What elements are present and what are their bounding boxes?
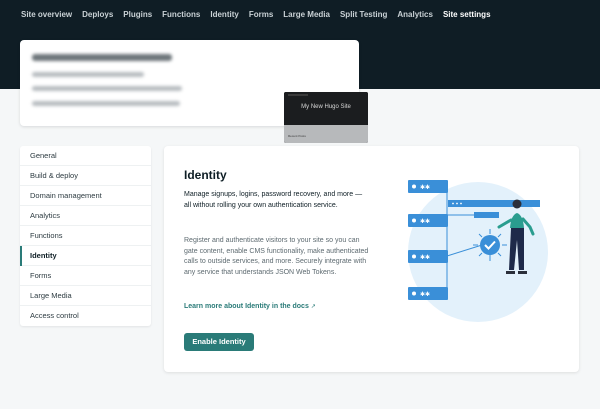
identity-title: Identity xyxy=(184,168,227,182)
site-detail-redacted xyxy=(32,72,144,77)
thumbnail-caption: Recent Posts xyxy=(288,134,306,138)
user-card-1: ✱✱ xyxy=(408,180,448,193)
sidebar-item-identity[interactable]: Identity xyxy=(20,246,151,266)
nav-forms[interactable]: Forms xyxy=(249,10,273,19)
site-preview-thumbnail[interactable]: My New Hugo Site Recent Posts xyxy=(284,92,368,143)
settings-sidebar: General Build & deploy Domain management… xyxy=(20,146,151,326)
identity-illustration: ✱✱ ✱✱ ✱✱ ✱✱ xyxy=(408,180,548,322)
sidebar-item-large-media[interactable]: Large Media xyxy=(20,286,151,306)
nav-large-media[interactable]: Large Media xyxy=(283,10,330,19)
site-detail-redacted xyxy=(32,101,180,106)
docs-link-label: Learn more about Identity in the docs xyxy=(184,303,309,310)
user-icon xyxy=(412,184,416,189)
nav-plugins[interactable]: Plugins xyxy=(123,10,152,19)
top-navigation: Site overview Deploys Plugins Functions … xyxy=(0,0,600,28)
nav-deploys[interactable]: Deploys xyxy=(82,10,113,19)
user-card-4: ✱✱ xyxy=(408,287,448,300)
user-icon xyxy=(412,254,416,259)
password-bar xyxy=(448,200,540,207)
nav-site-overview[interactable]: Site overview xyxy=(21,10,72,19)
site-detail-redacted xyxy=(32,86,182,91)
asterisk-icon: ✱✱ xyxy=(420,218,430,225)
site-name-redacted xyxy=(32,54,172,61)
sidebar-item-build-deploy[interactable]: Build & deploy xyxy=(20,166,151,186)
nav-site-settings[interactable]: Site settings xyxy=(443,10,491,19)
asterisk-icon: ✱✱ xyxy=(420,184,430,191)
identity-docs-link[interactable]: Learn more about Identity in the docs ↗ xyxy=(184,303,316,310)
sidebar-item-general[interactable]: General xyxy=(20,146,151,166)
external-link-icon: ↗ xyxy=(310,304,316,310)
sidebar-item-functions[interactable]: Functions xyxy=(20,226,151,246)
identity-panel: Identity Manage signups, logins, passwor… xyxy=(164,146,579,372)
sidebar-item-forms[interactable]: Forms xyxy=(20,266,151,286)
check-icon xyxy=(480,235,500,255)
asterisk-icon: ✱✱ xyxy=(420,291,430,298)
user-icon xyxy=(412,218,416,223)
sidebar-item-analytics[interactable]: Analytics xyxy=(20,206,151,226)
site-summary-card: My New Hugo Site Recent Posts xyxy=(20,40,368,143)
nav-identity[interactable]: Identity xyxy=(210,10,238,19)
thumbnail-title: My New Hugo Site xyxy=(301,104,351,110)
identity-lead: Manage signups, logins, password recover… xyxy=(184,191,363,209)
nav-analytics[interactable]: Analytics xyxy=(397,10,433,19)
user-card-3: ✱✱ xyxy=(408,250,448,263)
enable-identity-button[interactable]: Enable Identity xyxy=(184,333,254,351)
nav-functions[interactable]: Functions xyxy=(162,10,200,19)
identity-description: Register and authenticate visitors to yo… xyxy=(184,237,369,276)
small-card xyxy=(474,212,499,218)
nav-split-testing[interactable]: Split Testing xyxy=(340,10,387,19)
user-card-2: ✱✱ xyxy=(408,214,448,227)
user-icon xyxy=(412,291,416,296)
thumbnail-nav-bar xyxy=(288,94,308,96)
sidebar-item-domain-management[interactable]: Domain management xyxy=(20,186,151,206)
asterisk-icon: ✱✱ xyxy=(420,254,430,261)
sidebar-item-access-control[interactable]: Access control xyxy=(20,306,151,326)
